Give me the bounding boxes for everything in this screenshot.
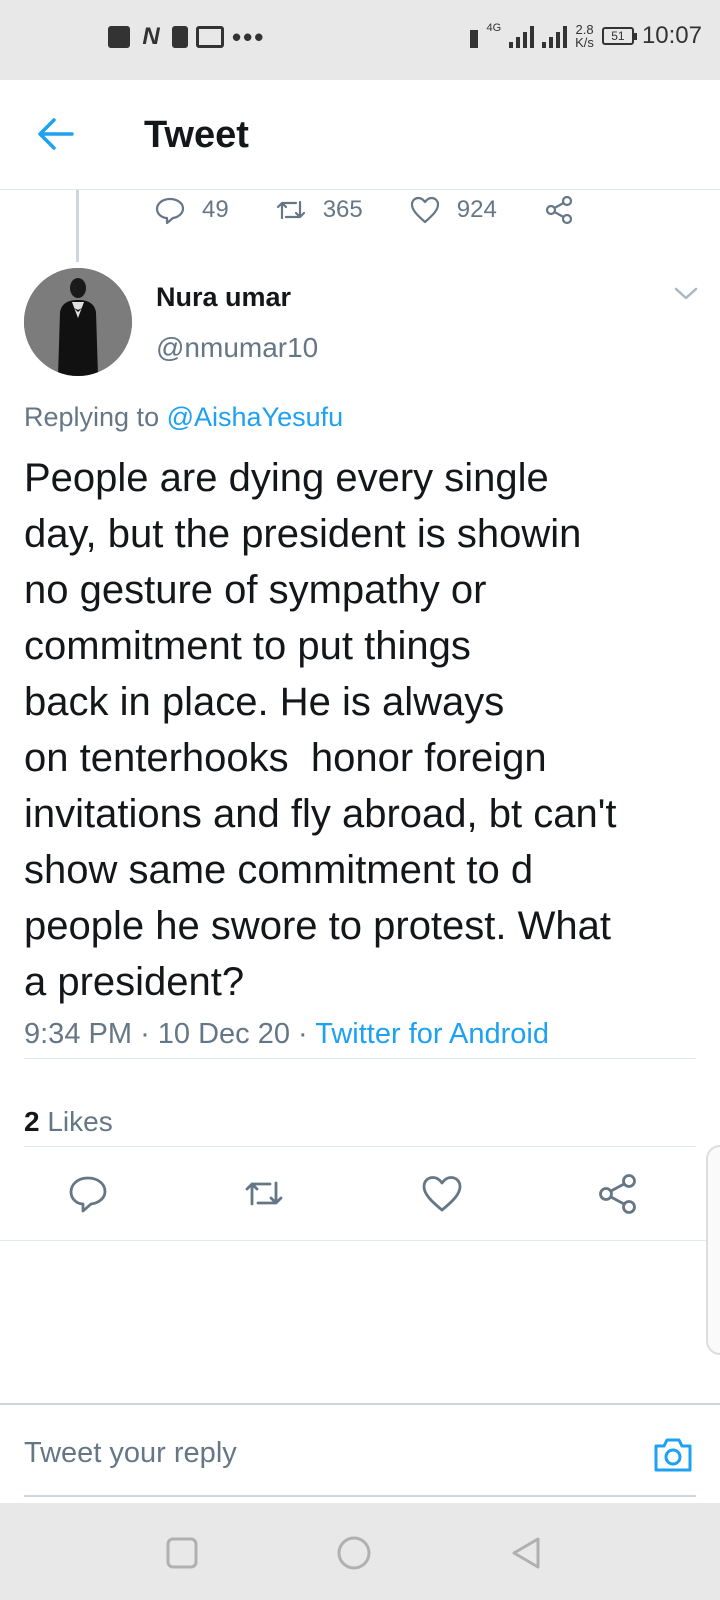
divider	[24, 1146, 696, 1147]
replying-to-mention[interactable]: @AishaYesufu	[167, 402, 344, 432]
back-triangle-icon[interactable]	[508, 1535, 544, 1571]
reply-icon	[155, 197, 185, 225]
n-app-icon: N	[142, 23, 160, 50]
vibrate-icon	[470, 24, 479, 48]
retweet-icon	[276, 200, 305, 220]
share-icon	[599, 1174, 636, 1214]
home-icon[interactable]	[336, 1535, 372, 1571]
divider	[0, 1240, 720, 1241]
notification-icons: N •••	[108, 22, 266, 52]
notification-app-icon	[108, 26, 130, 48]
divider	[24, 1058, 696, 1059]
reply-count: 49	[202, 196, 229, 223]
retweet-count: 365	[322, 196, 363, 223]
tweet-text-line: invitations and fly abroad, bt can't	[24, 792, 617, 836]
signal-icon-2	[542, 24, 568, 48]
tweet-text-line: no gesture of sympathy or	[24, 568, 487, 612]
parent-tweet-stats: 49 365 924	[154, 190, 621, 230]
page-title: Tweet	[144, 114, 249, 156]
tweet-source-link[interactable]: Twitter for Android	[315, 1018, 549, 1050]
app-header: Tweet	[0, 80, 720, 190]
reply-input[interactable]	[24, 1437, 584, 1470]
network-type: 4G	[486, 22, 502, 34]
chevron-down-icon[interactable]	[672, 284, 700, 304]
recent-apps-icon[interactable]	[164, 1535, 200, 1571]
avatar-photo	[24, 268, 132, 376]
author-handle[interactable]: @nmumar10	[156, 332, 318, 364]
tweet-text-line: back in place. He is always	[24, 680, 505, 724]
likes-summary[interactable]: 2 Likes	[24, 1106, 113, 1138]
heart-icon	[422, 1176, 462, 1212]
system-navigation-bar	[0, 1503, 720, 1600]
replying-prefix: Replying to	[24, 402, 160, 432]
retweet-icon	[245, 1181, 283, 1206]
like-stat[interactable]: 924	[409, 194, 497, 226]
reply-icon	[69, 1176, 107, 1213]
share-icon	[545, 195, 572, 225]
status-bar: N ••• 4G 2.8 K/s 51 10:07	[0, 0, 720, 80]
thread-connector-line	[76, 190, 79, 262]
tweet-text-line: show same commitment to d	[24, 848, 534, 892]
reply-composer	[0, 1403, 720, 1503]
clock: 10:07	[641, 22, 702, 49]
signal-icon	[509, 24, 535, 48]
warning-icon	[172, 26, 188, 48]
tweet-date: 10 Dec 20	[157, 1018, 290, 1050]
more-notifications-icon: •••	[232, 22, 266, 52]
likes-count: 2	[24, 1106, 40, 1137]
reply-stat[interactable]: 49	[154, 194, 229, 226]
reply-button[interactable]	[66, 1172, 110, 1216]
tweet-text-line: a president?	[24, 960, 245, 1004]
share-button[interactable]	[596, 1172, 640, 1216]
share-stat[interactable]	[543, 194, 575, 226]
avatar[interactable]	[24, 268, 132, 376]
tweet-text: People are dying every single day, but t…	[24, 450, 704, 1010]
tweet-text-line: commitment to put things	[24, 624, 471, 668]
scrollbar-handle[interactable]	[706, 1145, 720, 1355]
retweet-stat[interactable]: 365	[275, 194, 363, 226]
tweet-text-line: people he swore to protest. What	[24, 904, 611, 948]
tweet-text-line: on tenterhooks honor foreign	[24, 736, 547, 780]
author-name[interactable]: Nura umar	[156, 282, 291, 313]
back-arrow-icon[interactable]	[36, 116, 76, 152]
tweet-time: 9:34 PM	[24, 1018, 132, 1050]
retweet-button[interactable]	[242, 1172, 286, 1216]
separator-dot: ·	[298, 1018, 316, 1050]
like-button[interactable]	[420, 1172, 464, 1216]
reply-input-underline	[24, 1495, 696, 1497]
replying-to: Replying to @AishaYesufu	[24, 402, 343, 433]
camera-icon[interactable]	[652, 1435, 694, 1475]
battery-icon: 51	[601, 27, 637, 45]
system-indicators: 4G 2.8 K/s 51 10:07	[470, 22, 702, 50]
mail-icon	[196, 26, 224, 48]
likes-label: Likes	[47, 1106, 113, 1137]
separator-dot: ·	[140, 1018, 158, 1050]
speed-unit: K/s	[575, 35, 594, 50]
like-count: 924	[456, 196, 497, 223]
tweet-text-line: day, but the president is showin	[24, 512, 582, 556]
tweet-metadata: 9:34 PM · 10 Dec 20 · Twitter for Androi…	[24, 1018, 549, 1051]
heart-icon	[410, 196, 439, 224]
tweet-text-line: People are dying every single	[24, 456, 549, 500]
network-speed: 2.8 K/s	[575, 23, 594, 49]
